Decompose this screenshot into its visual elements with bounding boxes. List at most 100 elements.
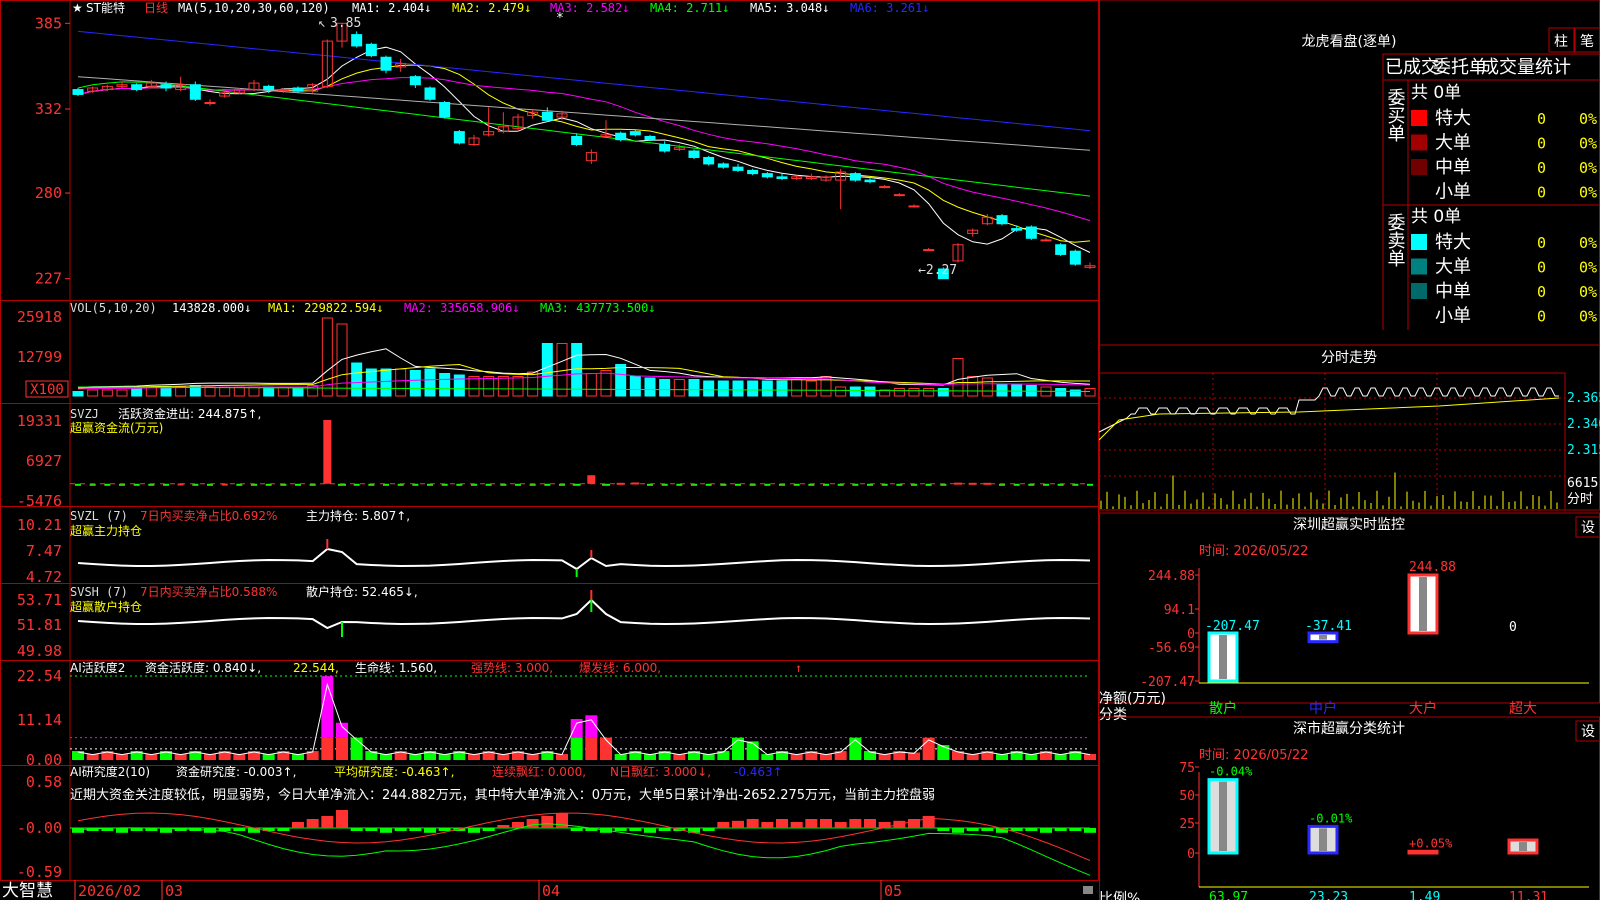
sz_monitor-cat-label: 大户 — [1409, 700, 1437, 717]
ai1-header-item: 生命线: 1.560, — [355, 660, 437, 675]
candle-body — [893, 194, 905, 197]
sell-total: 共 0单 — [1411, 207, 1461, 227]
candle — [72, 87, 84, 97]
candle-body — [351, 34, 363, 47]
volume-bar — [160, 386, 172, 397]
svsh-title: SVSH (7) — [70, 585, 128, 599]
ai2-line-green — [77, 823, 1091, 876]
sz_class-bar — [1307, 824, 1339, 855]
date-label: 04 — [542, 882, 560, 900]
btn-bi[interactable]: 笔 — [1580, 34, 1594, 50]
btn-zhu[interactable]: 柱 — [1554, 34, 1568, 50]
candle — [292, 86, 304, 93]
sz_class-bar — [1407, 849, 1439, 855]
volume-bar — [1055, 388, 1067, 397]
buy_rows-pct: 0% — [1579, 159, 1597, 177]
ai2-bar — [1084, 828, 1096, 833]
vol-tick-label: 25918 — [17, 308, 62, 326]
ai1-header-item: AI活跃度2 — [70, 660, 125, 675]
candle — [453, 129, 465, 145]
tab-1[interactable]: 委托单 — [1433, 57, 1487, 78]
volume-bar — [952, 358, 964, 397]
volume-bar — [131, 388, 143, 397]
ai1-up-arrow: ↑ — [795, 661, 802, 675]
svzj-title: SVZJ — [70, 407, 99, 421]
low-price-label: ←2.27 — [918, 263, 957, 278]
longhu-title: 龙虎看盘(逐单) — [1302, 33, 1397, 50]
ai2-bar — [350, 828, 363, 831]
sz_monitor-bar-shade — [1419, 577, 1427, 631]
candle — [483, 107, 495, 137]
sz_monitor-bar — [1407, 573, 1439, 635]
ai1-bar — [570, 737, 583, 760]
buy_rows-count: 0 — [1537, 135, 1546, 153]
sell_rows-swatch — [1411, 234, 1427, 250]
candle-body — [409, 76, 421, 86]
ai2-bar — [614, 828, 627, 831]
ai2-bar — [497, 825, 510, 828]
tab-2[interactable]: 成交量统计 — [1481, 57, 1571, 78]
sz_monitor-tick-label: -207.47 — [1140, 675, 1195, 690]
ai2-tick-label: 0.58 — [26, 773, 62, 791]
ai1-bar — [1084, 754, 1096, 760]
sz_class-tick-label: 50 — [1179, 789, 1195, 804]
volume-bar — [204, 386, 216, 397]
volume-bar — [600, 370, 612, 397]
sz_class-bar — [1207, 778, 1239, 855]
svsh-ratio: 7日内买卖净占比0.588% — [140, 584, 277, 599]
ai2-bar — [644, 828, 656, 833]
price-tick-label: 280 — [35, 184, 62, 202]
sz_monitor-cat-label: 散户 — [1209, 700, 1237, 717]
brand-label: 大智慧 — [2, 881, 53, 900]
candle-body — [1055, 244, 1067, 255]
candle-body — [1011, 228, 1023, 231]
ai2-bar — [394, 828, 407, 831]
candle-body — [908, 205, 920, 208]
svzj-bar — [1087, 483, 1093, 486]
candle-body — [1069, 250, 1081, 265]
svzj-bar — [104, 483, 111, 486]
buy_rows-name: 中单 — [1435, 157, 1471, 178]
sz_monitor-tick-label: 94.1 — [1164, 603, 1195, 618]
tab-0[interactable]: 已成交 — [1385, 57, 1439, 78]
candle — [409, 75, 421, 88]
date-label: 2026/02 — [78, 882, 141, 900]
volume-bar — [747, 380, 759, 397]
svzj-bar — [764, 483, 771, 486]
sell_rows-name: 中单 — [1435, 281, 1471, 302]
sell_rows-pct: 0% — [1579, 283, 1597, 301]
buy_rows-count: 0 — [1537, 184, 1546, 202]
sz_monitor-ylabel: 净额(万元) — [1099, 691, 1166, 707]
ma-line-6 — [77, 30, 1091, 132]
candle-body — [541, 111, 553, 121]
candle — [908, 204, 920, 208]
ai2-bar — [233, 828, 246, 831]
sz_class-set-button[interactable]: 设 — [1581, 724, 1595, 740]
ai1-header-item: 强势线: 3.000, — [471, 661, 553, 675]
volume-bar — [395, 368, 407, 397]
date-label: 05 — [884, 882, 902, 900]
sz_class-border — [1099, 716, 1600, 900]
sell_rows-name: 小单 — [1435, 306, 1471, 327]
candle — [1069, 249, 1081, 266]
sell_rows-swatch — [1411, 283, 1427, 299]
volume-bar — [483, 376, 495, 397]
sz_monitor-bar — [1307, 631, 1339, 644]
volume-bar — [380, 368, 392, 397]
buy_rows-pct: 0% — [1579, 184, 1597, 202]
volume-bar — [101, 389, 113, 397]
volume-bar — [776, 380, 788, 397]
volume-bar — [673, 379, 685, 397]
intraday-tick: 2.365 — [1567, 391, 1600, 406]
ai2-bar — [761, 822, 774, 828]
candle — [468, 134, 480, 147]
candle-body — [717, 163, 729, 168]
ai2-bar — [306, 819, 319, 828]
candle-body — [277, 89, 289, 92]
sz_monitor-set-button[interactable]: 设 — [1581, 520, 1595, 536]
ai2-bar — [1040, 828, 1052, 833]
ai2-bar — [424, 828, 436, 833]
kline-chart-area[interactable]: 385332280227↖ 3.85←2.27*★ ST能特 日线 MA(5,10,20… — [0, 0, 1099, 900]
volume-bar — [453, 374, 465, 397]
volume-bar — [175, 386, 187, 397]
